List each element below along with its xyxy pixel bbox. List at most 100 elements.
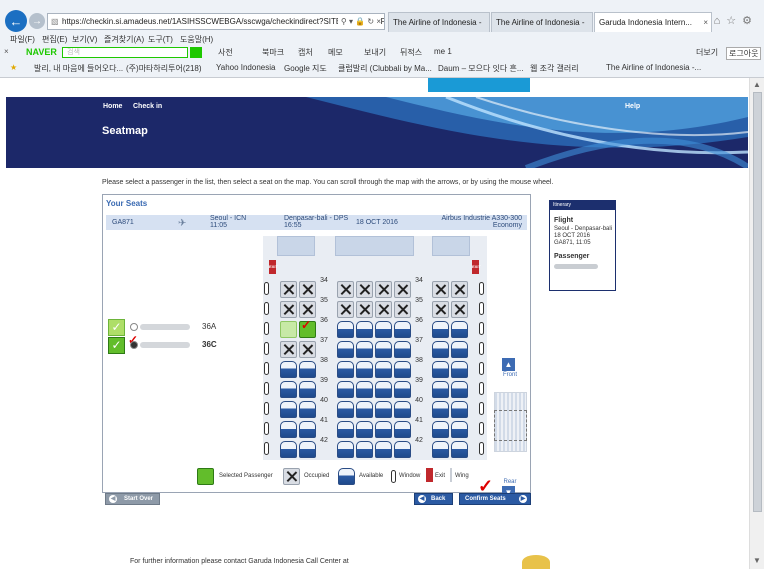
- fav-airline[interactable]: The Airline of Indonesia -...: [606, 63, 701, 72]
- naver-logo[interactable]: NAVER: [26, 47, 57, 57]
- back-arrow-icon[interactable]: ←: [5, 10, 27, 32]
- search-icon[interactable]: [190, 47, 202, 58]
- seat-available[interactable]: [375, 321, 392, 338]
- seat-available[interactable]: [356, 401, 373, 418]
- scrollbar-thumb[interactable]: [753, 92, 762, 512]
- seat-available[interactable]: [337, 361, 354, 378]
- scroll-down-icon[interactable]: ▼: [753, 556, 761, 565]
- naver-news[interactable]: 뒤적스: [400, 47, 422, 58]
- seat-available[interactable]: [280, 441, 297, 458]
- page-scrollbar[interactable]: ▲ ▼: [749, 78, 764, 569]
- fav-yahoo[interactable]: Yahoo Indonesia: [216, 63, 275, 72]
- seat-available[interactable]: [394, 421, 411, 438]
- seat-available[interactable]: [356, 361, 373, 378]
- fav-clubbali[interactable]: 클럽발리 (Clubbali by Ma...: [338, 63, 432, 74]
- tab-close-icon[interactable]: ×: [703, 13, 708, 32]
- seat-available[interactable]: [337, 441, 354, 458]
- naver-more[interactable]: 더보기: [696, 47, 718, 58]
- seat-available[interactable]: [432, 321, 449, 338]
- passenger-radio[interactable]: [130, 341, 138, 349]
- seat-available[interactable]: [280, 421, 297, 438]
- fav-webslice[interactable]: 웹 조각 갤러리: [530, 63, 579, 74]
- fav-google-maps[interactable]: Google 지도: [284, 63, 327, 74]
- seat-available[interactable]: [451, 421, 468, 438]
- seat-available[interactable]: [337, 321, 354, 338]
- seat-available[interactable]: [299, 441, 316, 458]
- seat-available[interactable]: [432, 381, 449, 398]
- fav-matahari[interactable]: (주)마타하리투어(218): [126, 63, 202, 74]
- seat-available[interactable]: [299, 361, 316, 378]
- seat-available[interactable]: [451, 321, 468, 338]
- nav-help[interactable]: Help: [625, 103, 640, 110]
- window-controls-icon[interactable]: ⌂☆⚙: [714, 14, 758, 27]
- seat-available[interactable]: [451, 341, 468, 358]
- tab-airline-2[interactable]: The Airline of Indonesia -: [491, 12, 593, 32]
- seat-available[interactable]: [356, 381, 373, 398]
- fav-daum[interactable]: Daum – 모으다 잇다 흔...: [438, 63, 524, 74]
- naver-logout-button[interactable]: 로그아웃: [726, 47, 762, 60]
- arrow-up-icon[interactable]: ▲: [502, 358, 515, 371]
- scroll-up-icon[interactable]: ▲: [753, 80, 761, 89]
- seat-available[interactable]: [375, 441, 392, 458]
- seat-available[interactable]: [451, 361, 468, 378]
- start-over-button[interactable]: ◀ Start Over: [105, 493, 160, 505]
- seat-available[interactable]: [375, 381, 392, 398]
- address-tools-icon[interactable]: ⚲ ▾ 🔒 ↻ ×: [337, 14, 381, 29]
- seat-available[interactable]: [451, 381, 468, 398]
- seat-available[interactable]: [394, 321, 411, 338]
- seat-available[interactable]: [375, 401, 392, 418]
- menu-favorites[interactable]: 즐겨찾기(A): [104, 34, 144, 45]
- tab-garuda[interactable]: Garuda Indonesia Intern... ×: [594, 12, 712, 32]
- seat-available[interactable]: [451, 401, 468, 418]
- seat-available[interactable]: [356, 421, 373, 438]
- seat-available[interactable]: [337, 421, 354, 438]
- menu-edit[interactable]: 편집(E): [42, 34, 67, 45]
- seat-available[interactable]: [280, 361, 297, 378]
- seat-available[interactable]: [394, 381, 411, 398]
- seat-available[interactable]: [356, 441, 373, 458]
- seat-available[interactable]: [299, 381, 316, 398]
- passenger-radio[interactable]: [130, 323, 138, 331]
- seat-available[interactable]: [432, 341, 449, 358]
- seat-available[interactable]: [337, 381, 354, 398]
- seat-available[interactable]: [299, 401, 316, 418]
- seat-available[interactable]: [375, 421, 392, 438]
- seat-available[interactable]: [280, 381, 297, 398]
- seat-available[interactable]: [394, 341, 411, 358]
- forward-arrow-icon[interactable]: →: [29, 13, 45, 29]
- menu-help[interactable]: 도움말(H): [180, 34, 213, 45]
- back-button[interactable]: ◀ Back: [414, 493, 453, 505]
- seat-available[interactable]: [299, 421, 316, 438]
- seat-available[interactable]: [432, 441, 449, 458]
- menu-tools[interactable]: 도구(T): [148, 34, 173, 45]
- naver-me[interactable]: me 1: [434, 47, 452, 56]
- nav-checkin[interactable]: Check in: [133, 103, 162, 110]
- close-icon[interactable]: ×: [4, 47, 9, 56]
- naver-bookmark[interactable]: 북마크: [262, 47, 284, 58]
- tab-airline-1[interactable]: The Airline of Indonesia -: [388, 12, 490, 32]
- menu-view[interactable]: 보기(V): [72, 34, 97, 45]
- passenger-row-selected[interactable]: ✓ ✓ 36C: [108, 333, 258, 355]
- seat-available[interactable]: [432, 421, 449, 438]
- seat-available[interactable]: [375, 361, 392, 378]
- nav-home[interactable]: Home: [103, 103, 122, 110]
- seat-available[interactable]: [356, 341, 373, 358]
- star-icon[interactable]: ★: [10, 63, 17, 72]
- seat-available[interactable]: [356, 321, 373, 338]
- address-bar[interactable]: ▧ https://checkin.si.amadeus.net/1ASIHSS…: [47, 13, 385, 30]
- seat-available[interactable]: [432, 401, 449, 418]
- seat-available[interactable]: [337, 401, 354, 418]
- seat-available[interactable]: [375, 341, 392, 358]
- fav-bali[interactable]: 발리, 내 마음에 들어오다...: [34, 63, 123, 74]
- seat-available[interactable]: [394, 361, 411, 378]
- naver-capture[interactable]: 캡처: [298, 47, 313, 58]
- seat-available[interactable]: [280, 401, 297, 418]
- seat-available[interactable]: [432, 361, 449, 378]
- confirm-seats-button[interactable]: Confirm Seats ▶: [459, 493, 531, 505]
- seat-previous[interactable]: [280, 321, 297, 338]
- minimap-viewport-frame[interactable]: [494, 410, 527, 441]
- seat-available[interactable]: [337, 341, 354, 358]
- seat-available[interactable]: [394, 441, 411, 458]
- naver-search-input[interactable]: 검색: [62, 47, 188, 58]
- naver-memo[interactable]: 메모: [328, 47, 343, 58]
